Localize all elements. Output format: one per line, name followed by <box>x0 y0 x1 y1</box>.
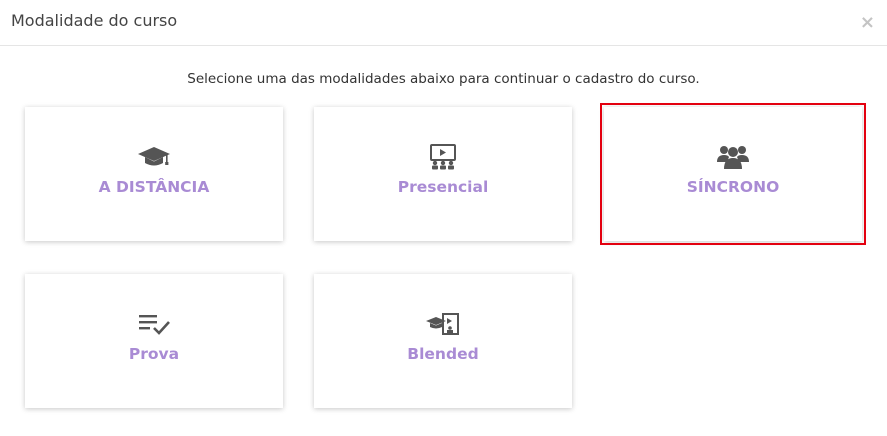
users-group-icon <box>717 146 749 169</box>
option-card-a-distancia[interactable]: A DISTÂNCIA <box>25 107 283 241</box>
option-label: SÍNCRONO <box>686 178 780 196</box>
option-card-prova[interactable]: Prova <box>25 274 283 408</box>
graduation-cap-icon <box>138 147 170 166</box>
option-label: A DISTÂNCIA <box>98 178 210 196</box>
list-check-icon <box>139 315 170 335</box>
option-label: Presencial <box>397 178 489 196</box>
close-icon[interactable]: × <box>860 14 875 32</box>
instruction-text: Selecione uma das modalidades abaixo par… <box>187 71 700 87</box>
option-card-blended[interactable]: Blended <box>314 274 572 408</box>
modal-title: Modalidade do curso <box>11 11 178 30</box>
course-modality-modal: Modalidade do curso × Selecione uma das … <box>0 0 887 436</box>
option-label: Blended <box>407 345 479 363</box>
presentation-icon <box>430 144 456 170</box>
option-label: Prova <box>128 345 180 363</box>
blended-icon <box>426 313 459 335</box>
modal-header: Modalidade do curso × <box>0 0 887 46</box>
option-card-sincrono[interactable]: SÍNCRONO <box>600 103 866 245</box>
option-card-presencial[interactable]: Presencial <box>314 107 572 241</box>
